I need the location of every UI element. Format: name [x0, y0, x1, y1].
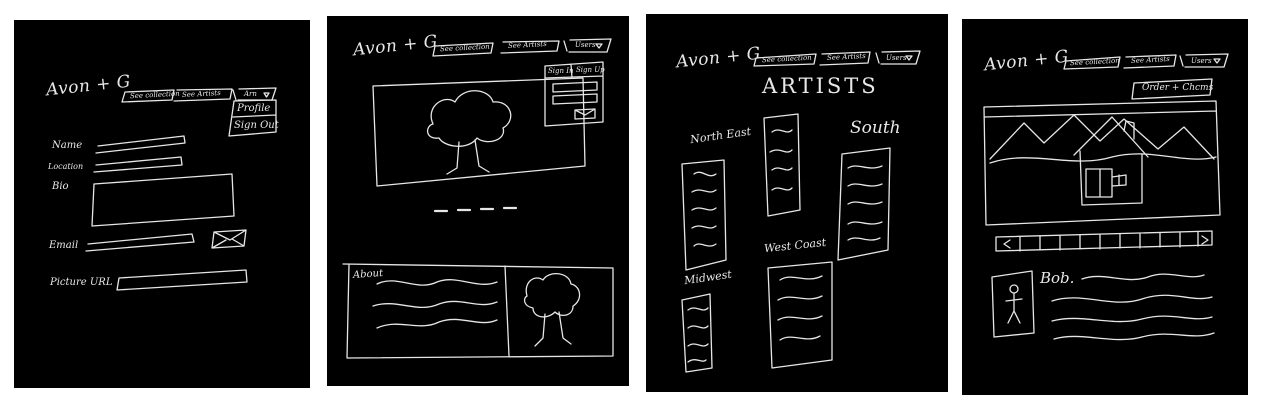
picture-url-field-outline [116, 269, 248, 291]
carousel-indicator [433, 206, 518, 213]
name-field-outline [95, 135, 186, 154]
hero-tree-icon [427, 90, 512, 175]
region-north-east-column [681, 159, 727, 271]
nav-user[interactable]: Users [575, 42, 596, 49]
strip-prev-arrow-icon [1003, 239, 1011, 249]
auth-submit-icon [574, 108, 596, 120]
sketch-panel-artwork: Avon + G See collection See Artists User… [962, 19, 1248, 395]
nav-user[interactable]: Users [1191, 58, 1212, 65]
dropdown-caret-icon [263, 92, 270, 98]
artist-avatar-outline [991, 270, 1035, 338]
menu-item-sign-out[interactable]: Sign Out [234, 121, 279, 131]
sketch-panel-home: Avon + G See collection See Artists User… [327, 16, 629, 386]
dropdown-caret-icon [1213, 58, 1221, 64]
nav-user[interactable]: Arn [244, 91, 257, 98]
hero-image-outline [372, 77, 586, 187]
label-picture-url: Picture URL [50, 277, 113, 288]
about-divider [504, 265, 510, 357]
email-send-icon [211, 229, 247, 249]
label-location: Location [48, 162, 84, 171]
order-button[interactable]: Order + Chcms [1142, 84, 1213, 93]
west-coast-artist-lines [777, 275, 823, 341]
panel-profile-lines [85, 87, 277, 291]
central-artist-lines [769, 129, 793, 191]
about-heading: About [352, 267, 384, 282]
label-bio: Bio [52, 181, 69, 192]
dropdown-caret-icon [595, 43, 603, 49]
bio-field-outline [91, 173, 235, 227]
sign-up-tab[interactable]: Sign Up [576, 67, 605, 74]
label-email: Email [49, 240, 79, 251]
email-field-outline [85, 233, 195, 252]
midwest-artist-lines [687, 307, 709, 363]
region-central-column [763, 113, 801, 217]
artist-avatar-figure [1005, 284, 1023, 324]
artist-bio-lines [1051, 273, 1215, 341]
strip-next-arrow-icon [1201, 235, 1209, 245]
south-artist-lines [847, 165, 883, 241]
auth-password-field [552, 93, 598, 105]
region-south-column [837, 147, 891, 261]
sketch-panel-artists: Avon + G See collection See Artists User… [646, 14, 948, 392]
artwork-mountains [989, 114, 1215, 160]
artists-page-title: ARTISTS [762, 74, 879, 98]
about-text-lines [372, 279, 498, 329]
location-field-outline [93, 156, 183, 173]
menu-item-profile[interactable]: Profile [237, 104, 270, 114]
about-tree-icon [523, 273, 581, 347]
region-label-south: South [850, 118, 901, 138]
sketch-panel-profile: Avon + G See collection See Artists Arn … [14, 20, 310, 388]
artwork-ground [989, 153, 1217, 164]
north-east-artist-lines [691, 171, 717, 247]
artwork-frame-outline [983, 100, 1221, 226]
auth-username-field [552, 81, 598, 93]
panel-artwork-lines [983, 53, 1229, 341]
sign-in-tab[interactable]: Sign In [548, 68, 574, 75]
label-name: Name [52, 140, 83, 151]
nav-user[interactable]: Users [886, 55, 907, 62]
artist-name: Bob. [1040, 269, 1075, 287]
